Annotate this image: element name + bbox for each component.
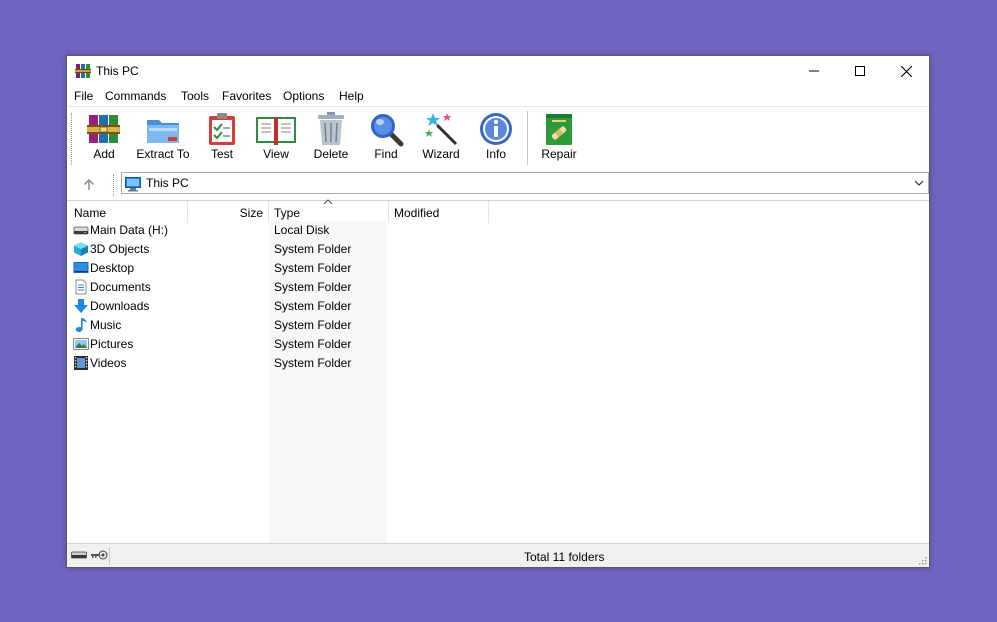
- find-label: Find: [374, 147, 398, 161]
- this-pc-icon: [125, 177, 141, 192]
- file-row-type: System Folder: [274, 337, 352, 351]
- repair-button[interactable]: Repair: [529, 111, 589, 167]
- info-label: Info: [485, 147, 506, 161]
- file-row-name: 3D Objects: [90, 242, 150, 256]
- menu-bar: File Commands Tools Favorites Options He…: [67, 86, 929, 106]
- toolbar: Add Extract To Test View Delete Find Wiz…: [67, 106, 929, 170]
- view-label: View: [263, 147, 289, 161]
- info-button[interactable]: Info: [466, 111, 526, 167]
- up-folder-button[interactable]: [75, 174, 103, 196]
- documents-icon: [75, 279, 87, 295]
- desktop-icon: [73, 262, 89, 273]
- file-row-type: System Folder: [274, 318, 352, 332]
- music-icon: [75, 318, 87, 332]
- extract-to-label: Extract To: [136, 147, 190, 161]
- delete-label: Delete: [313, 147, 349, 161]
- column-header-name[interactable]: Name: [67, 201, 188, 223]
- file-row-name: Downloads: [90, 299, 150, 313]
- trash-icon: [318, 112, 344, 145]
- downloads-icon: [74, 299, 88, 313]
- toolbar-separator: [527, 111, 528, 165]
- file-row-type: System Folder: [274, 299, 352, 313]
- file-row-type: System Folder: [274, 242, 352, 256]
- file-row-name: Documents: [90, 280, 151, 294]
- winrar-app-icon: [75, 64, 91, 78]
- menu-options[interactable]: Options: [283, 89, 324, 103]
- status-icons: [71, 549, 108, 561]
- minimize-icon: [809, 70, 819, 72]
- view-button[interactable]: View: [246, 111, 306, 167]
- menu-tools[interactable]: Tools: [181, 89, 209, 103]
- title-bar[interactable]: This PC: [67, 56, 929, 86]
- info-icon: [480, 113, 512, 145]
- repair-kit-icon: [546, 114, 572, 145]
- address-bar: This PC: [67, 170, 929, 198]
- pictures-icon: [73, 338, 89, 350]
- delete-button[interactable]: Delete: [301, 111, 361, 167]
- 3d-objects-icon: [74, 242, 88, 256]
- file-row-name: Pictures: [90, 337, 134, 351]
- file-row-pictures[interactable]: Pictures System Folder: [67, 335, 929, 354]
- file-row-3d-objects[interactable]: 3D Objects System Folder: [67, 240, 929, 259]
- file-row-type: Local Disk: [274, 223, 330, 237]
- videos-icon: [74, 356, 88, 370]
- window-title: This PC: [96, 64, 139, 78]
- file-list[interactable]: Name Size Type Modified Main Data (H:) L…: [67, 199, 929, 543]
- view-book-icon: [256, 117, 296, 145]
- key-icon[interactable]: [90, 549, 108, 561]
- sort-ascending-icon: [323, 199, 333, 205]
- file-row-type: System Folder: [274, 356, 352, 370]
- file-row-videos[interactable]: Videos System Folder: [67, 354, 929, 373]
- close-button[interactable]: [883, 56, 929, 86]
- column-header-type-label: Type: [274, 206, 301, 220]
- magnifier-icon: [371, 114, 404, 147]
- file-row-downloads[interactable]: Downloads System Folder: [67, 297, 929, 316]
- maximize-icon: [855, 66, 865, 76]
- file-row-main-data[interactable]: Main Data (H:) Local Disk: [67, 221, 929, 240]
- column-header-modified[interactable]: Modified: [389, 201, 489, 223]
- menu-favorites[interactable]: Favorites: [222, 89, 271, 103]
- status-bar: Total 11 folders: [67, 543, 929, 567]
- menu-file[interactable]: File: [74, 89, 93, 103]
- add-archive-icon: [87, 115, 120, 143]
- column-header-size[interactable]: Size: [188, 201, 269, 223]
- extract-to-button[interactable]: Extract To: [133, 111, 193, 167]
- test-label: Test: [210, 147, 233, 161]
- minimize-button[interactable]: [791, 56, 837, 86]
- file-row-type: System Folder: [274, 261, 352, 275]
- file-row-name: Main Data (H:): [90, 223, 169, 237]
- magic-wand-icon: [425, 113, 458, 146]
- address-path-text: This PC: [146, 176, 189, 190]
- test-clipboard-icon: [209, 113, 235, 145]
- file-row-desktop[interactable]: Desktop System Folder: [67, 259, 929, 278]
- file-row-documents[interactable]: Documents System Folder: [67, 278, 929, 297]
- find-button[interactable]: Find: [356, 111, 416, 167]
- address-path-field[interactable]: This PC: [121, 172, 929, 194]
- maximize-button[interactable]: [837, 56, 883, 86]
- extract-folder-icon: [147, 120, 179, 143]
- add-button[interactable]: Add: [74, 111, 134, 167]
- repair-label: Repair: [541, 147, 577, 161]
- file-row-name: Desktop: [90, 261, 135, 275]
- menu-commands[interactable]: Commands: [105, 89, 166, 103]
- add-label: Add: [93, 147, 115, 161]
- status-divider: [109, 547, 110, 565]
- file-row-name: Videos: [90, 356, 127, 370]
- winrar-window: This PC File Commands Tools Favorites Op…: [66, 55, 930, 568]
- test-button[interactable]: Test: [192, 111, 252, 167]
- wizard-label: Wizard: [422, 147, 460, 161]
- file-row-type: System Folder: [274, 280, 352, 294]
- drive-icon: [73, 226, 89, 235]
- chevron-down-icon[interactable]: [914, 178, 924, 188]
- menu-help[interactable]: Help: [339, 89, 364, 103]
- resize-grip-icon[interactable]: [917, 555, 927, 565]
- close-icon: [900, 65, 912, 77]
- drive-status-icon[interactable]: [71, 549, 87, 561]
- address-grip[interactable]: [113, 174, 116, 196]
- file-row-name: Music: [90, 318, 122, 332]
- up-arrow-icon: [83, 179, 95, 190]
- wizard-button[interactable]: Wizard: [411, 111, 471, 167]
- file-row-music[interactable]: Music System Folder: [67, 316, 929, 335]
- status-text: Total 11 folders: [524, 550, 605, 564]
